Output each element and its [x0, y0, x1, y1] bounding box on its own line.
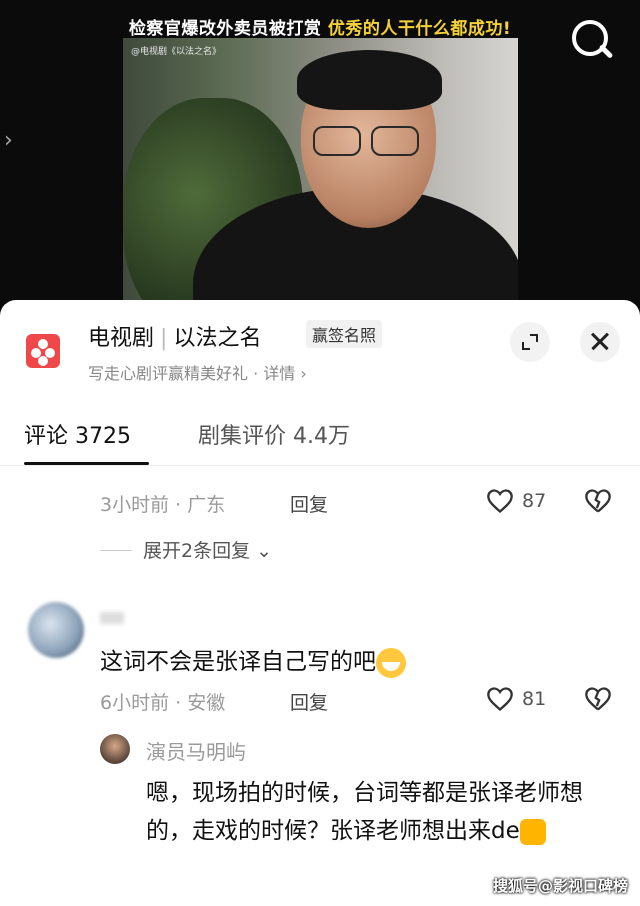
comments-panel: 电视剧 | 以法之名 赢签名照 写走心剧评赢精美好礼 · 详情 › 评论 3725 … — [0, 300, 640, 906]
expand-divider — [100, 550, 132, 551]
chevron-down-icon: ⌄ — [256, 540, 273, 562]
reply-avatar[interactable] — [100, 734, 130, 764]
show-title[interactable]: 电视剧 | 以法之名 — [88, 320, 261, 352]
video-player[interactable]: @电视剧《以法之名》 检察官爆改外卖员被打赏 优秀的人干什么都成功! › — [0, 0, 640, 330]
tv-show-icon — [26, 334, 60, 368]
scrolled-comment-fragment: ▁▁▁▁▁▁▁▁▁▁▁ — [100, 446, 287, 462]
grinning-emoji-icon — [376, 647, 406, 678]
expand-replies-button[interactable]: 展开2条回复 ⌄ — [143, 536, 272, 563]
chevron-left-icon[interactable]: › — [4, 128, 13, 153]
show-name: 以法之名 — [173, 326, 262, 351]
expand-icon — [522, 334, 538, 350]
blurred-username — [100, 612, 124, 624]
video-caption: 检察官爆改外卖员被打赏 优秀的人干什么都成功! — [0, 14, 640, 39]
expand-button[interactable] — [510, 322, 550, 362]
caption-plain: 检察官爆改外卖员被打赏 — [128, 19, 328, 39]
heart-icon[interactable] — [486, 686, 514, 712]
tab-divider — [0, 465, 640, 466]
reply-button[interactable]: 回复 — [290, 490, 328, 517]
show-subtitle-link[interactable]: 写走心剧评赢精美好礼 · 详情 › — [88, 360, 307, 384]
show-category: 电视剧 — [88, 326, 155, 351]
reply-button[interactable]: 回复 — [290, 688, 328, 715]
thumbs-up-emoji-icon — [519, 818, 546, 845]
source-watermark: 搜狐号@影视口碑榜 — [492, 877, 628, 895]
close-button[interactable] — [580, 322, 620, 362]
comment-meta: 3小时前 · 广东 — [100, 494, 226, 516]
like-count: 87 — [522, 490, 547, 512]
heart-icon[interactable] — [486, 488, 514, 514]
comment-meta: 6小时前 · 安徽 — [100, 692, 226, 714]
avatar[interactable] — [28, 602, 84, 658]
video-watermark: @电视剧《以法之名》 — [131, 47, 222, 57]
comment-tabs: 评论 3725 剧集评价 4.4万 — [0, 418, 640, 468]
expand-replies-label: 展开2条回复 — [143, 540, 251, 562]
reply-author[interactable]: 演员马明屿 — [146, 736, 246, 765]
video-frame: @电视剧《以法之名》 — [123, 38, 518, 330]
like-count: 81 — [522, 688, 547, 710]
dislike-icon[interactable] — [584, 686, 612, 712]
prize-badge[interactable]: 赢签名照 — [306, 320, 383, 348]
search-icon[interactable] — [568, 16, 618, 66]
actor-hair — [297, 50, 442, 110]
caption-highlight: 优秀的人干什么都成功! — [327, 19, 512, 39]
dislike-icon[interactable] — [584, 488, 612, 514]
reply-text: 嗯，现场拍的时候，台词等都是张译老师想的，走戏的时候？张译老师想出来de — [146, 780, 583, 845]
comment-text: 这词不会是张译自己写的吧 — [100, 642, 406, 678]
actor-glasses — [313, 126, 425, 156]
